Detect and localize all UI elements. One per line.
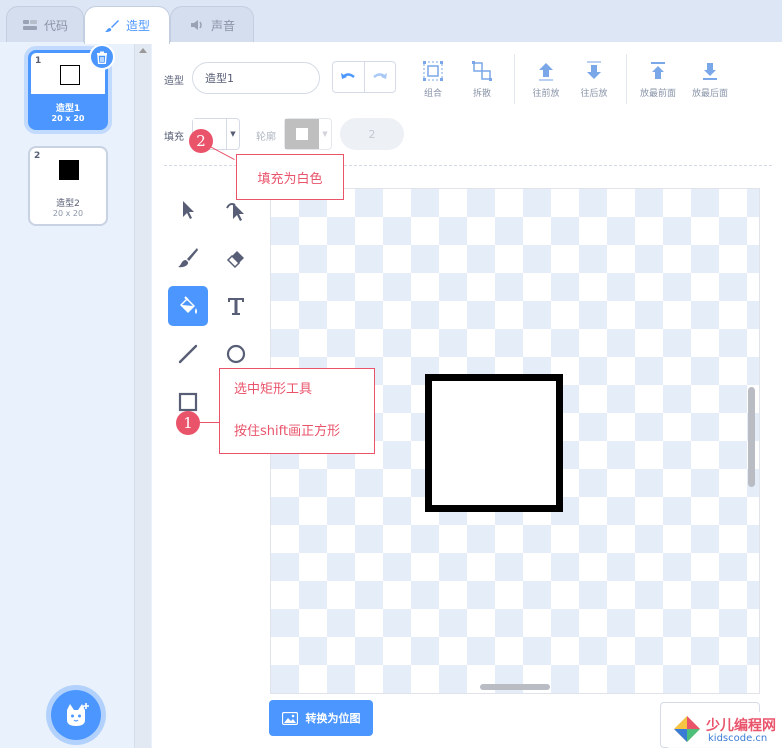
brush-tool[interactable] (168, 238, 208, 278)
line-icon (178, 344, 198, 364)
drawn-square-shape[interactable] (425, 374, 563, 512)
brush-icon (104, 19, 119, 32)
costume-name: 造型2 (56, 199, 80, 209)
redo-icon (372, 73, 387, 79)
fill-label: 填充 (164, 132, 184, 143)
annotation-note-1: 选中矩形工具 按住shift画正方形 (219, 368, 375, 454)
select-tool[interactable] (168, 190, 208, 230)
outline-label: 轮廓 (256, 132, 276, 143)
stroke-width-input[interactable]: 2 (340, 118, 404, 150)
costume-item-2[interactable]: 2 造型2 20 x 20 (28, 146, 108, 226)
speaker-icon (190, 20, 202, 30)
costume-name-input[interactable] (192, 62, 320, 94)
add-costume-button[interactable] (51, 690, 101, 740)
watermark-logo-icon (674, 716, 700, 742)
cat-add-icon (67, 703, 89, 726)
redo-button[interactable] (365, 62, 396, 92)
backward-button[interactable]: 往后放 (571, 60, 617, 104)
ungroup-button[interactable]: 拆散 (459, 60, 505, 104)
annotation-marker-1: 1 (176, 411, 200, 435)
chevron-down-icon: ▼ (322, 130, 328, 138)
brush-icon (178, 248, 198, 268)
costume-size: 20 x 20 (51, 114, 85, 123)
arrow-up-icon (539, 63, 553, 81)
costume-name: 造型1 (55, 104, 81, 114)
costume-size: 20 x 20 (52, 209, 84, 218)
costume-name-label: 造型 (164, 76, 184, 87)
arrow-to-top-icon (651, 62, 665, 79)
delete-costume-button[interactable] (89, 44, 115, 70)
tab-bar: 代码 造型 声音 (0, 0, 782, 44)
arrow-to-bottom-icon (703, 63, 717, 80)
undo-button[interactable] (333, 62, 365, 92)
tab-sounds[interactable]: 声音 (170, 6, 254, 43)
trash-icon (97, 51, 107, 64)
undo-redo-group (332, 61, 396, 93)
tab-costumes[interactable]: 造型 (84, 6, 170, 44)
canvas-vertical-scrollbar[interactable] (748, 387, 755, 487)
watermark: 少儿编程网 kidscode.cn (668, 712, 782, 748)
outline-color-picker[interactable]: ▼ (284, 118, 332, 150)
tab-label: 造型 (125, 19, 150, 33)
text-tool[interactable] (216, 286, 256, 326)
tab-label: 声音 (210, 18, 235, 33)
front-button[interactable]: 放最前面 (635, 60, 681, 104)
undo-icon (341, 73, 356, 79)
back-button[interactable]: 放最后面 (687, 60, 733, 104)
group-icon (423, 61, 443, 81)
forward-button[interactable]: 往前放 (523, 60, 569, 104)
code-icon (22, 20, 37, 30)
image-icon (281, 711, 298, 725)
canvas-horizontal-scrollbar[interactable] (480, 684, 550, 690)
costume-number: 1 (35, 56, 42, 66)
ungroup-icon (472, 61, 492, 81)
costume-number: 2 (34, 151, 41, 161)
line-tool[interactable] (168, 334, 208, 374)
fill-icon (180, 296, 197, 314)
chevron-down-icon: ▼ (230, 130, 236, 138)
select-icon (183, 201, 194, 219)
costume-list-scrollbar[interactable] (135, 42, 151, 748)
costume-thumbnail (59, 160, 79, 180)
arrow-down-icon (587, 61, 601, 79)
group-button[interactable]: 组合 (410, 60, 456, 104)
annotation-note-2: 填充为白色 (236, 154, 344, 200)
outline-color-swatch (285, 119, 319, 149)
scroll-up-arrow-icon[interactable] (139, 48, 147, 53)
fill-tool[interactable] (168, 286, 208, 326)
annotation-marker-2: 2 (189, 129, 213, 153)
tab-label: 代码 (43, 18, 68, 33)
text-icon (228, 298, 244, 315)
eraser-icon (226, 251, 244, 269)
eraser-tool[interactable] (216, 238, 256, 278)
tab-code[interactable]: 代码 (6, 6, 84, 43)
convert-to-bitmap-button[interactable]: 转换为位图 (269, 700, 373, 736)
costume-thumbnail (60, 65, 80, 85)
editor-toolbar-top: 造型 组合 拆散 往前放 往后放 放最前面 放最后面 (152, 42, 782, 114)
reshape-icon (226, 203, 244, 221)
circle-icon (226, 344, 246, 364)
